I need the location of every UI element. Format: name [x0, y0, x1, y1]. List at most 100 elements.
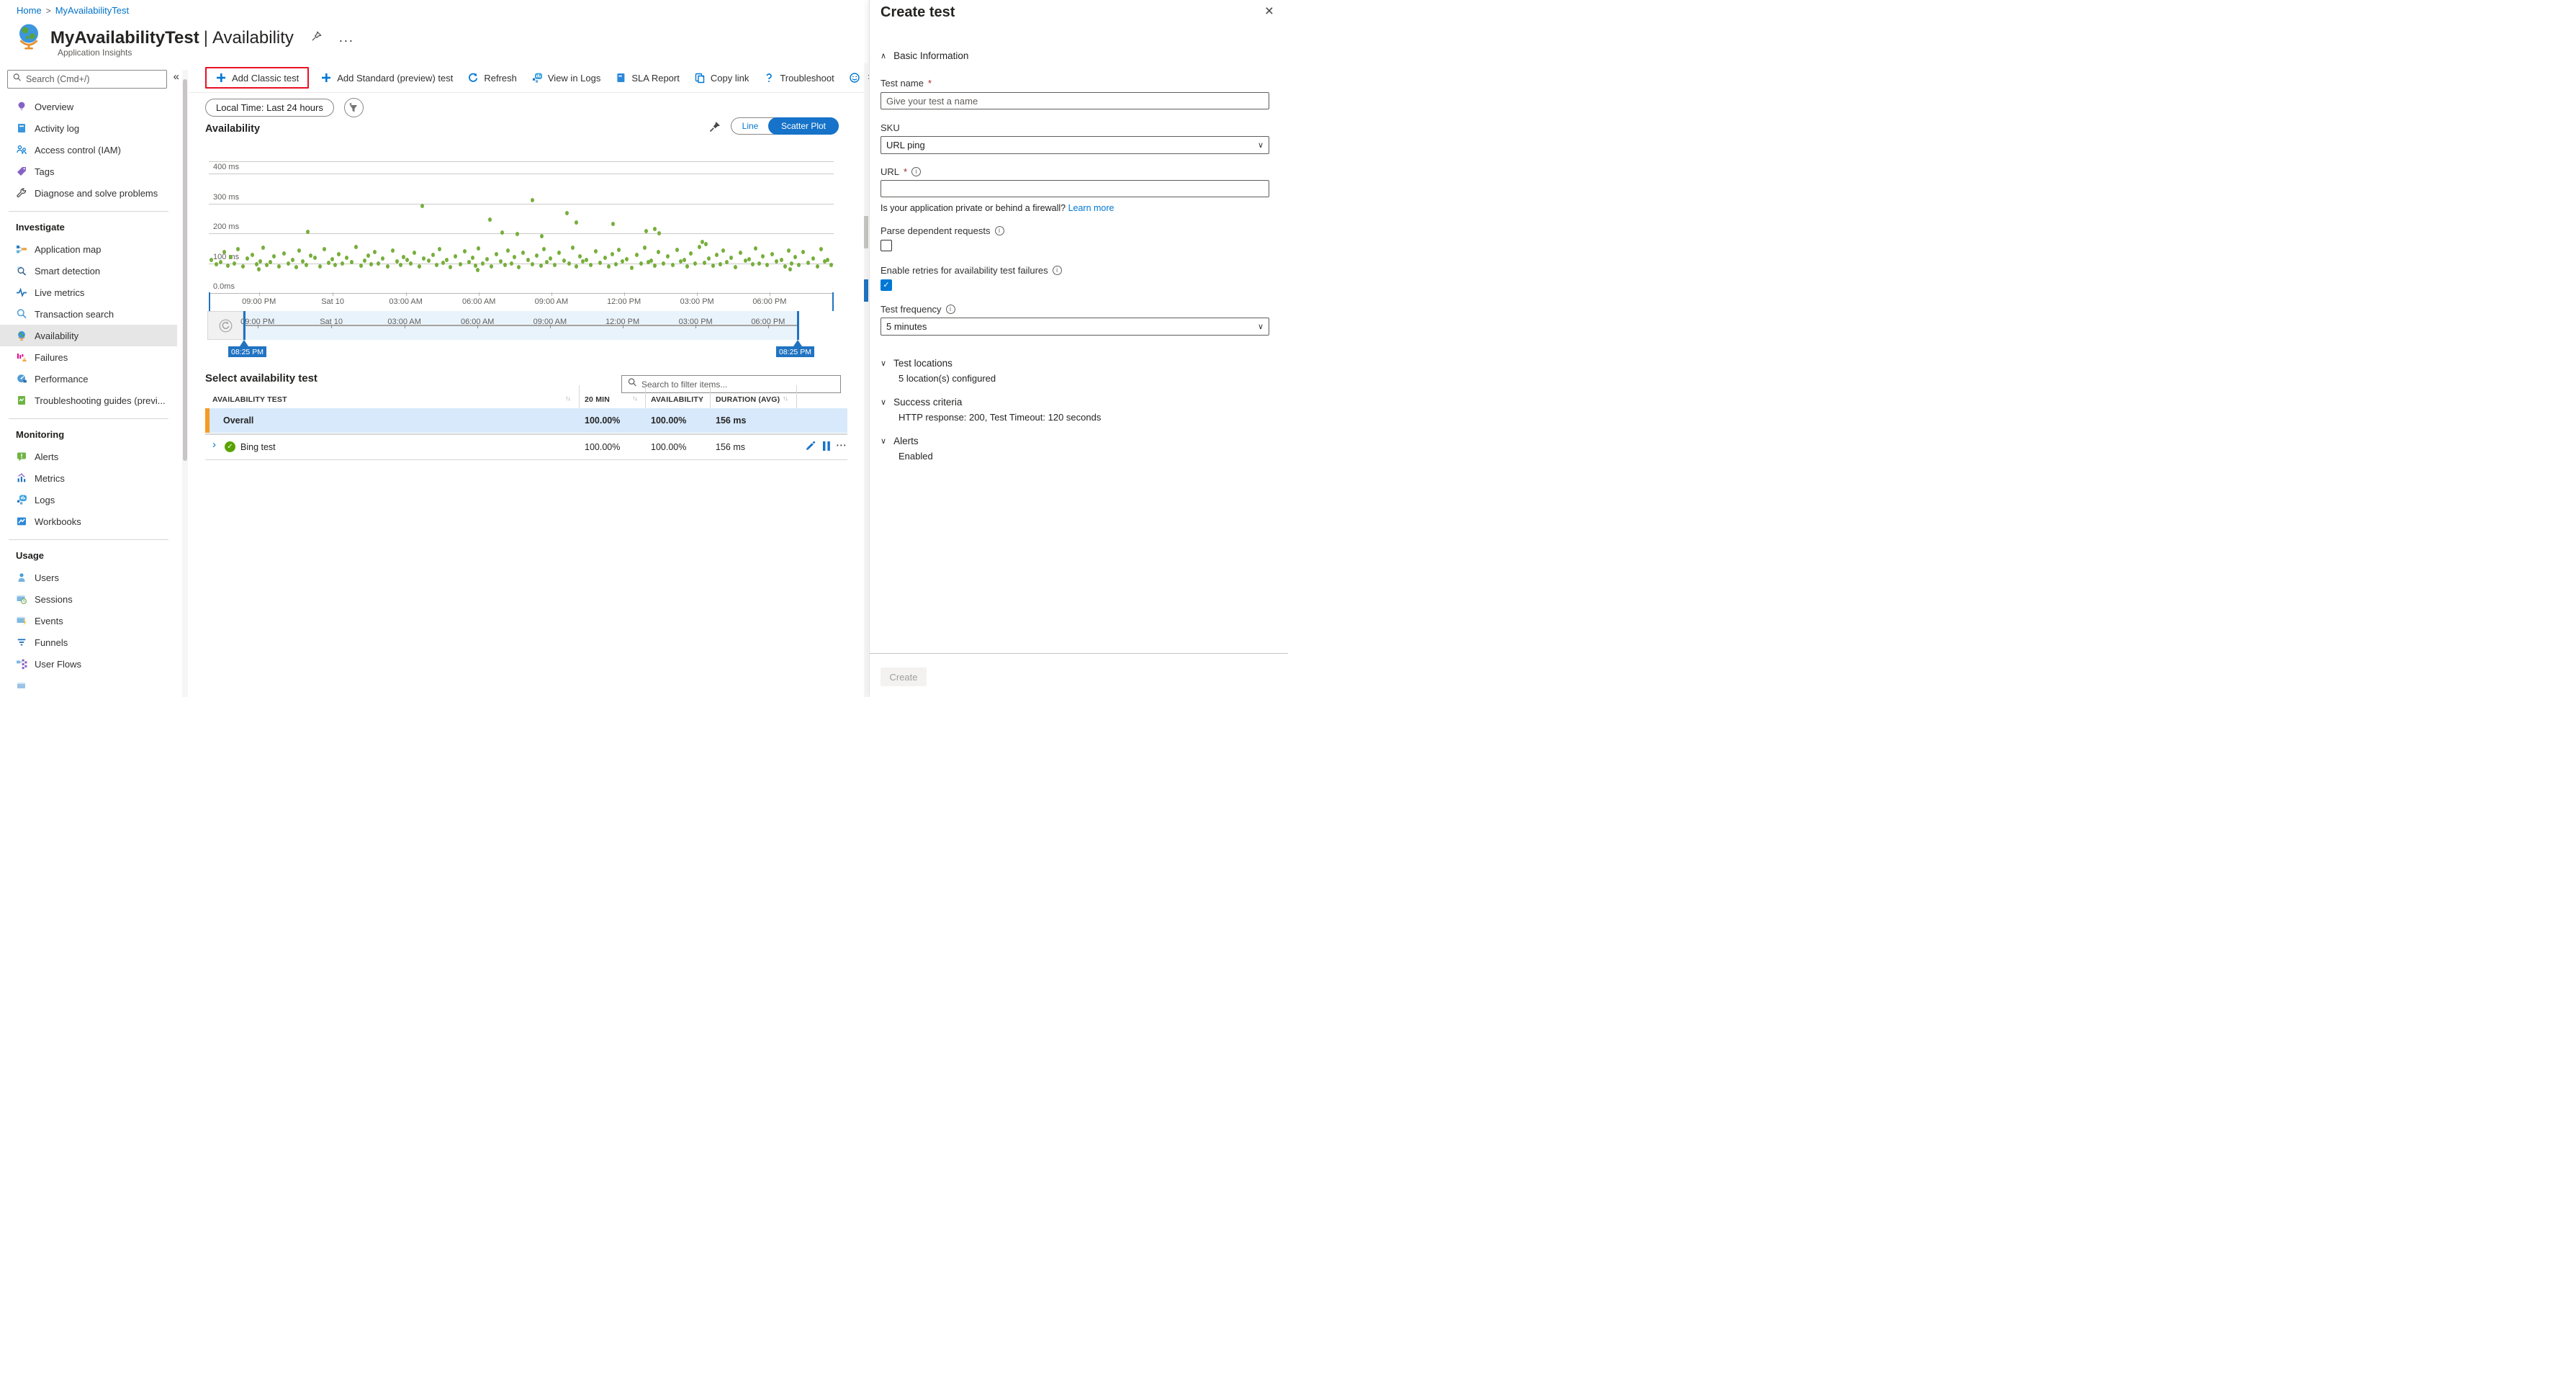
- close-panel-icon[interactable]: ×: [1265, 3, 1274, 20]
- sidebar-item-activity-log[interactable]: Activity log: [0, 117, 177, 139]
- sort-icon[interactable]: ↑↓: [783, 395, 788, 402]
- scatter-point: [783, 264, 787, 269]
- scatter-point: [594, 249, 598, 253]
- info-icon[interactable]: i: [911, 167, 921, 176]
- scatter-point: [257, 267, 261, 271]
- brush-reset-button[interactable]: [207, 311, 243, 340]
- scatter-point: [761, 254, 765, 258]
- success-criteria-section-header[interactable]: ∨ Success criteria: [881, 397, 962, 408]
- overall-row-accent-bar: [205, 408, 210, 433]
- column-header-20min[interactable]: 20 MIN: [585, 395, 610, 404]
- chart-pin-icon[interactable]: [709, 121, 721, 136]
- table-filter-search[interactable]: [621, 375, 841, 393]
- sidebar-search-input[interactable]: [26, 74, 162, 84]
- sidebar-item-metrics[interactable]: Metrics: [0, 467, 177, 489]
- learn-more-link[interactable]: Learn more: [1068, 203, 1114, 213]
- scatter-point: [258, 259, 262, 264]
- table-row-bing-test[interactable]: › ✓ Bing test 100.00% 100.00% 156 ms ⋯: [205, 435, 847, 459]
- time-range-filter-pill[interactable]: Local Time: Last 24 hours: [205, 99, 334, 117]
- sidebar-item-sessions[interactable]: Sessions: [0, 588, 177, 610]
- toolbar-button-sla-report[interactable]: SLA Report: [608, 68, 687, 88]
- sidebar-search[interactable]: [7, 70, 167, 89]
- pause-test-icon[interactable]: [821, 441, 832, 455]
- scatter-point: [630, 266, 634, 270]
- toggle-scatter-button[interactable]: Scatter Plot: [768, 117, 839, 135]
- info-icon[interactable]: i: [1053, 266, 1062, 275]
- breadcrumb-resource-link[interactable]: MyAvailabilityTest: [55, 5, 129, 16]
- brush-axis-label: 09:00 AM: [533, 318, 567, 326]
- column-header-test[interactable]: AVAILABILITY TEST: [212, 395, 287, 404]
- sidebar-item-partial[interactable]: [0, 675, 177, 696]
- scatter-point: [557, 251, 561, 255]
- toolbar-button-view-in-logs[interactable]: View in Logs: [524, 68, 608, 88]
- sidebar-item-availability[interactable]: Availability: [0, 325, 177, 346]
- brush-left-handle[interactable]: [243, 311, 246, 340]
- brush-axis-label: 09:00 PM: [240, 318, 274, 326]
- sidebar-item-access-control-iam[interactable]: Access control (IAM): [0, 139, 177, 161]
- sidebar-item-overview[interactable]: Overview: [0, 96, 177, 117]
- toolbar-button-add-standard-preview-test[interactable]: Add Standard (preview) test: [313, 68, 460, 88]
- sort-icon[interactable]: ↑↓: [632, 395, 637, 402]
- table-filter-input[interactable]: [641, 379, 835, 390]
- enable-retries-checkbox[interactable]: ✓: [881, 279, 892, 291]
- sidebar-item-events[interactable]: Events: [0, 610, 177, 631]
- more-actions-icon[interactable]: ...: [339, 30, 354, 45]
- test-locations-section-header[interactable]: ∨ Test locations: [881, 358, 953, 369]
- alerts-section-header[interactable]: ∨ Alerts: [881, 436, 919, 446]
- row-more-actions-icon[interactable]: ⋯: [836, 439, 847, 451]
- toolbar-button-refresh[interactable]: Refresh: [460, 68, 524, 88]
- filter-row: Local Time: Last 24 hours: [205, 98, 364, 117]
- sidebar-item-funnels[interactable]: Funnels: [0, 631, 177, 653]
- edit-test-icon[interactable]: [804, 441, 816, 456]
- create-button[interactable]: Create: [881, 667, 927, 686]
- test-frequency-dropdown[interactable]: 5 minutes ∨: [881, 318, 1269, 336]
- main-scrollbar[interactable]: [864, 63, 868, 697]
- sidebar-item-transaction-search[interactable]: Transaction search: [0, 303, 177, 325]
- scatter-point: [770, 252, 774, 256]
- expand-row-chevron-icon[interactable]: ›: [212, 439, 216, 451]
- sidebar-item-troubleshooting-guides-previ[interactable]: Troubleshooting guides (previ...: [0, 390, 177, 411]
- scatter-point: [614, 262, 618, 266]
- pin-icon[interactable]: [311, 31, 322, 45]
- sidebar-item-diagnose-and-solve-problems[interactable]: Diagnose and solve problems: [0, 182, 177, 204]
- sidebar-item-workbooks[interactable]: Workbooks: [0, 511, 177, 532]
- sku-dropdown[interactable]: URL ping ∨: [881, 136, 1269, 154]
- sidebar-scrollbar[interactable]: [182, 70, 188, 697]
- column-header-availability[interactable]: AVAILABILITY: [651, 395, 703, 404]
- sidebar-item-tags[interactable]: Tags: [0, 161, 177, 182]
- scatter-point: [305, 263, 308, 267]
- url-field[interactable]: [881, 180, 1269, 197]
- info-icon[interactable]: i: [946, 305, 955, 314]
- table-row-overall[interactable]: Overall 100.00% 100.00% 156 ms: [205, 408, 847, 433]
- basic-information-section-header[interactable]: ∧ Basic Information: [881, 50, 968, 61]
- sidebar-item-failures[interactable]: Failures: [0, 346, 177, 368]
- test-name-field[interactable]: [881, 92, 1269, 109]
- toolbar-button-add-classic-test[interactable]: Add Classic test: [205, 67, 309, 89]
- info-icon[interactable]: i: [995, 226, 1004, 235]
- sort-icon[interactable]: ↑↓: [565, 395, 570, 402]
- toolbar-button-troubleshoot[interactable]: Troubleshoot: [756, 68, 841, 88]
- availability-scatter-chart[interactable]: 0.0ms100 ms200 ms300 ms400 ms: [209, 161, 834, 294]
- sidebar-item-smart-detection[interactable]: Smart detection: [0, 260, 177, 282]
- sidebar-item-user-flows[interactable]: User Flows: [0, 653, 177, 675]
- brush-left-handle-marker[interactable]: [240, 340, 248, 346]
- sidebar-item-users[interactable]: Users: [0, 567, 177, 588]
- scatter-point: [829, 263, 833, 267]
- column-header-duration[interactable]: DURATION (AVG): [716, 395, 780, 404]
- brush-right-handle-marker[interactable]: [793, 340, 802, 346]
- sidebar-item-application-map[interactable]: Application map: [0, 238, 177, 260]
- sort-icon[interactable]: ↑↓: [698, 395, 703, 402]
- scatter-point: [542, 247, 546, 251]
- sidebar-item-performance[interactable]: Performance: [0, 368, 177, 390]
- sidebar-item-alerts[interactable]: Alerts: [0, 446, 177, 467]
- brush-right-handle[interactable]: [797, 311, 799, 340]
- parse-dependent-requests-checkbox[interactable]: [881, 240, 892, 251]
- toggle-line-button[interactable]: Line: [731, 121, 769, 131]
- collapse-sidebar-icon[interactable]: «: [174, 71, 179, 83]
- toolbar-button-label: SLA Report: [631, 73, 680, 84]
- sidebar-item-live-metrics[interactable]: Live metrics: [0, 282, 177, 303]
- add-filter-button[interactable]: [344, 98, 364, 117]
- breadcrumb-home-link[interactable]: Home: [17, 5, 42, 16]
- sidebar-item-logs[interactable]: Logs: [0, 489, 177, 511]
- toolbar-button-copy-link[interactable]: Copy link: [687, 68, 756, 88]
